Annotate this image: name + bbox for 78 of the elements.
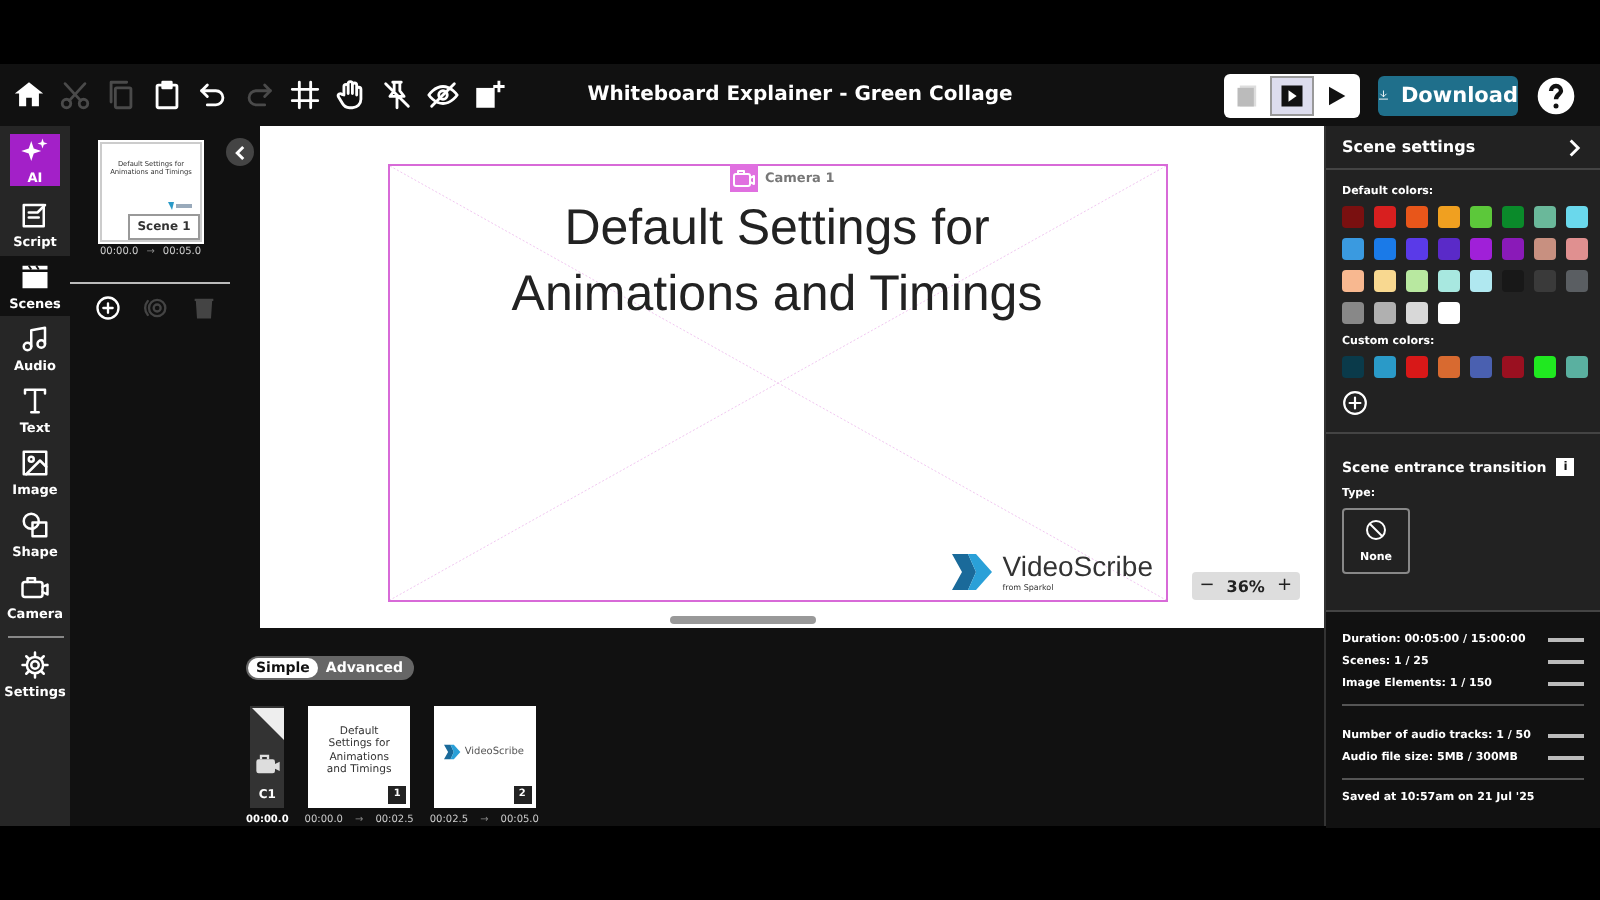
scrollbar[interactable] <box>670 616 816 624</box>
color-swatch[interactable] <box>1342 238 1364 260</box>
color-swatch[interactable] <box>1470 238 1492 260</box>
camera-icon <box>253 750 282 778</box>
color-swatch[interactable] <box>1406 356 1428 378</box>
shapes-icon <box>20 509 50 539</box>
add-layer-icon <box>471 78 505 112</box>
color-swatch[interactable] <box>1502 238 1524 260</box>
color-swatch[interactable] <box>1566 270 1588 292</box>
chevron-right-icon[interactable] <box>1564 137 1584 157</box>
image-icon <box>20 447 50 477</box>
logo-name: VideoScribe <box>1002 550 1153 582</box>
logo-icon <box>168 202 192 210</box>
zoom-out-button[interactable]: − <box>1199 576 1215 596</box>
help-icon[interactable] <box>1536 75 1576 115</box>
color-swatch[interactable] <box>1502 356 1524 378</box>
no-entry-icon <box>1364 518 1388 542</box>
download-button[interactable]: Download <box>1378 75 1518 115</box>
color-swatch[interactable] <box>1406 238 1428 260</box>
color-swatch[interactable] <box>1502 206 1524 228</box>
gear-icon <box>20 649 50 679</box>
panel-title: Scene settings <box>1342 138 1476 156</box>
color-swatch[interactable] <box>1374 270 1396 292</box>
color-swatch[interactable] <box>1406 206 1428 228</box>
cut-icon <box>57 78 91 112</box>
logo-mark-icon <box>444 743 463 759</box>
color-swatch[interactable] <box>1470 356 1492 378</box>
hidden-eye-icon <box>425 78 459 112</box>
color-swatch[interactable] <box>1438 206 1460 228</box>
color-swatch[interactable] <box>1374 356 1396 378</box>
color-swatch[interactable] <box>1374 238 1396 260</box>
zoom-in-button[interactable]: + <box>1276 576 1292 596</box>
color-swatch[interactable] <box>1406 270 1428 292</box>
clapperboard-icon <box>20 261 50 291</box>
script-icon <box>20 199 50 229</box>
color-swatch[interactable] <box>1438 238 1460 260</box>
color-swatch[interactable] <box>1342 302 1364 324</box>
camera-icon <box>731 166 755 190</box>
chevron-left-icon <box>231 143 249 161</box>
hand-icon <box>333 78 367 112</box>
play-frame-icon <box>1278 81 1306 109</box>
add-icon[interactable] <box>94 294 122 322</box>
collapse-button[interactable] <box>226 138 254 166</box>
undo-icon <box>195 78 229 112</box>
zoom-level: 36% <box>1226 577 1265 595</box>
camera-icon <box>20 571 50 601</box>
color-swatch[interactable] <box>1438 270 1460 292</box>
color-swatch[interactable] <box>1342 206 1364 228</box>
project-title: Whiteboard Explainer - Green Collage <box>587 84 1013 106</box>
color-swatch[interactable] <box>1470 206 1492 228</box>
view-mode-button[interactable] <box>1272 77 1312 113</box>
color-swatch[interactable] <box>1342 270 1364 292</box>
color-swatch[interactable] <box>1534 356 1556 378</box>
color-swatch[interactable] <box>1374 206 1396 228</box>
add-icon[interactable] <box>1342 390 1368 416</box>
color-swatch[interactable] <box>1534 270 1556 292</box>
corner-icon <box>251 708 284 740</box>
color-swatch[interactable] <box>1566 206 1588 228</box>
text-icon <box>20 385 50 415</box>
pin-icon <box>379 78 413 112</box>
color-swatch[interactable] <box>1438 302 1460 324</box>
color-swatch[interactable] <box>1534 238 1556 260</box>
download-icon <box>1378 84 1389 106</box>
slide-heading: Default Settings for Animations and Timings <box>509 198 1045 325</box>
color-swatch[interactable] <box>1534 206 1556 228</box>
color-swatch[interactable] <box>1406 302 1428 324</box>
grid-icon <box>287 78 321 112</box>
color-swatch[interactable] <box>1470 270 1492 292</box>
home-icon <box>11 78 45 112</box>
frames-icon <box>1234 81 1262 109</box>
sparkle-icon <box>20 135 50 165</box>
music-note-icon <box>20 323 50 353</box>
color-swatch[interactable] <box>1342 356 1364 378</box>
color-swatch[interactable] <box>1438 356 1460 378</box>
color-swatch[interactable] <box>1566 238 1588 260</box>
color-swatch[interactable] <box>1374 302 1396 324</box>
color-swatch[interactable] <box>1566 356 1588 378</box>
logo-mark-icon <box>952 553 997 589</box>
